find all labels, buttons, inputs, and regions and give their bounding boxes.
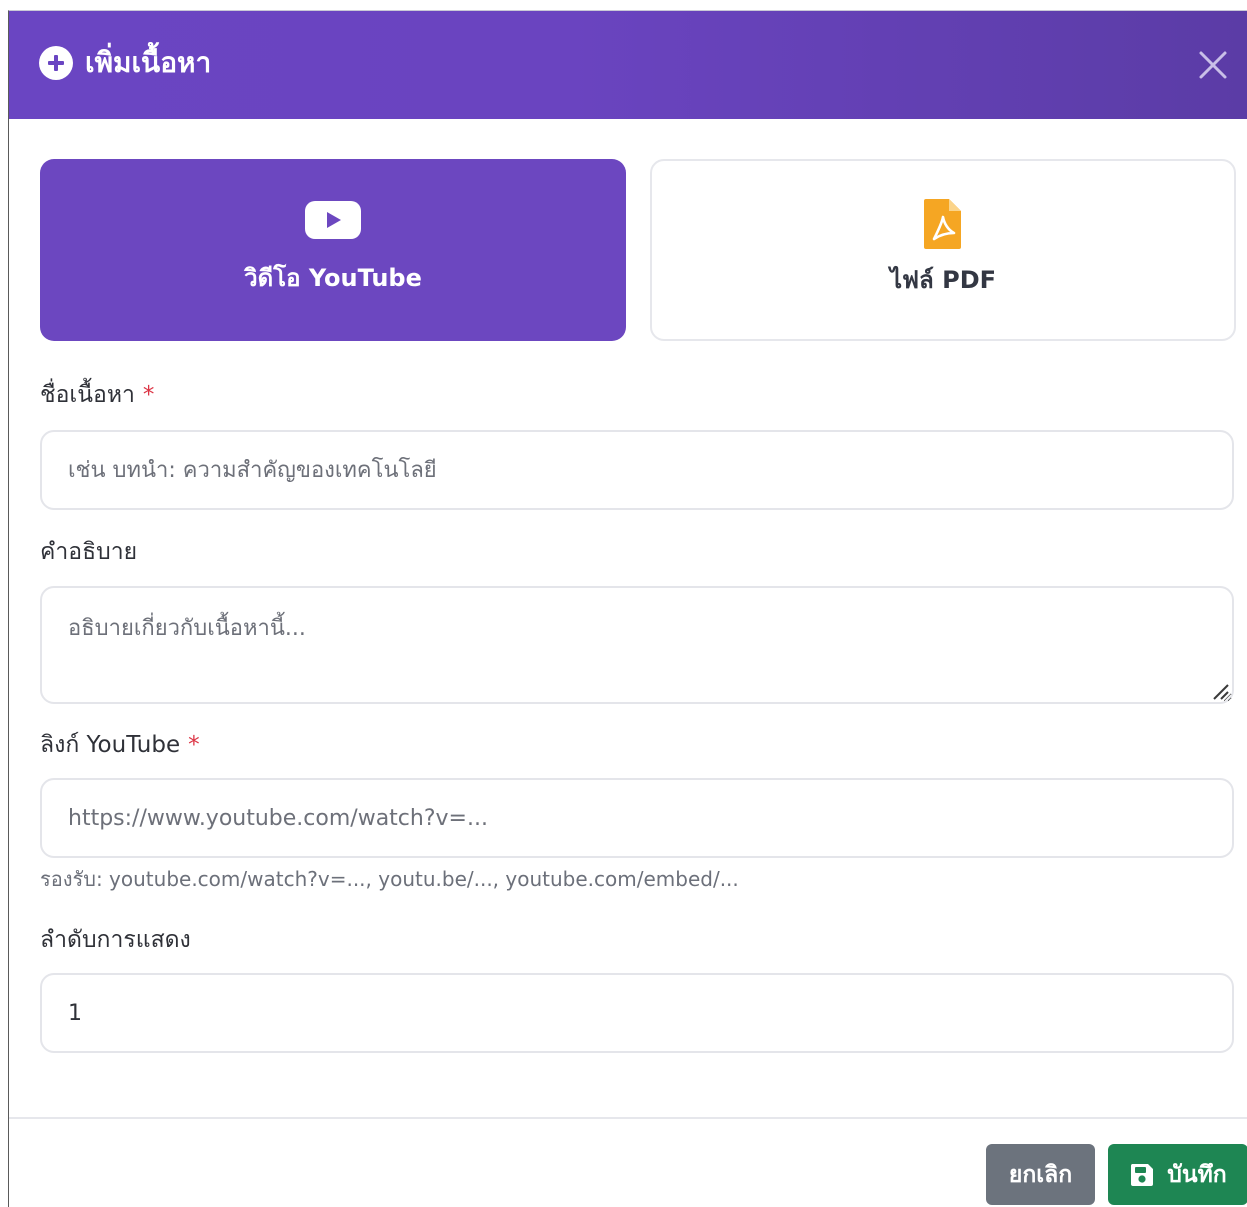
youtube-link-help-text: รองรับ: youtube.com/watch?v=..., youtu.b… [40,867,739,891]
save-button-label: บันทึก [1167,1160,1227,1187]
content-type-pdf-label: ไฟล์ PDF [889,266,997,294]
description-label: คำอธิบาย [40,539,138,565]
youtube-link-label-text: ลิงก์ YouTube [40,732,181,758]
content-type-pdf[interactable]: ไฟล์ PDF [650,159,1236,341]
required-mark: * [188,732,200,758]
display-order-input[interactable] [40,973,1234,1053]
cancel-button[interactable]: ยกเลิก [986,1144,1095,1205]
modal-header: เพิ่มเนื้อหา [9,11,1247,119]
save-button[interactable]: บันทึก [1108,1144,1247,1205]
pdf-file-icon [924,199,961,249]
description-textarea[interactable] [40,586,1234,704]
title-label-text: ชื่อเนื้อหา [40,382,135,408]
display-order-label: ลำดับการแสดง [40,927,191,953]
youtube-link-input[interactable] [40,778,1234,858]
close-icon [1199,51,1227,79]
title-label: ชื่อเนื้อหา * [40,379,154,411]
youtube-link-label: ลิงก์ YouTube * [40,729,200,761]
add-content-modal: เพิ่มเนื้อหา วิดีโอ YouTube ไฟล์ PDF ชื่… [8,10,1247,1207]
close-button[interactable] [1193,45,1233,85]
footer-divider [9,1117,1247,1119]
content-type-youtube[interactable]: วิดีโอ YouTube [40,159,626,341]
plus-circle-icon [39,46,73,80]
title-input[interactable] [40,430,1234,510]
modal-title: เพิ่มเนื้อหา [39,43,211,83]
content-type-youtube-label: วิดีโอ YouTube [244,264,422,292]
resize-handle-icon[interactable] [1208,679,1230,701]
cancel-button-label: ยกเลิก [1008,1160,1073,1187]
floppy-disk-icon [1131,1163,1154,1186]
required-mark: * [142,382,155,408]
modal-title-text: เพิ่มเนื้อหา [85,46,212,79]
youtube-play-icon [305,201,361,239]
